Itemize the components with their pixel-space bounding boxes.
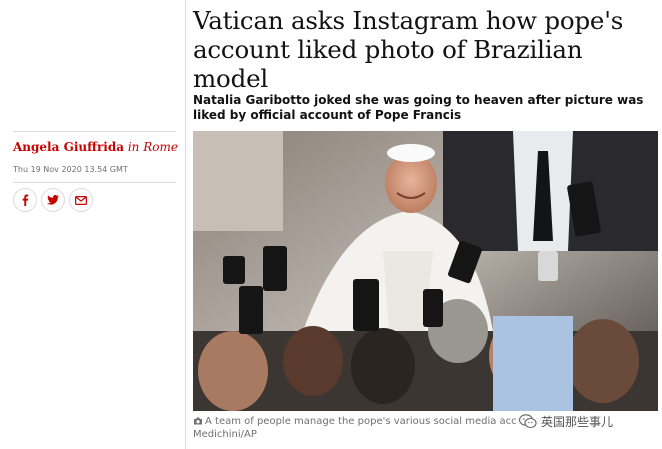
wechat-icon <box>519 414 537 429</box>
facebook-icon <box>22 194 29 206</box>
share-buttons <box>13 188 93 212</box>
headline-line-2: account liked photo of Brazilian model <box>193 35 583 93</box>
meta-top-rule <box>13 131 176 132</box>
standfirst-line-2: liked by official account of Pope Franci… <box>193 108 462 122</box>
wechat-watermark: 英国那些事儿 <box>517 413 616 430</box>
share-email-button[interactable] <box>69 188 93 212</box>
headline: Vatican asks Instagram how pope's accoun… <box>193 6 655 93</box>
standfirst-line-1: Natalia Garibotto joked she was going to… <box>193 93 644 107</box>
caption-text: A team of people manage the pope's vario… <box>205 416 548 427</box>
caption-credit: Medichini/AP <box>193 429 257 440</box>
headline-line-1: Vatican asks Instagram how pope's <box>193 6 624 35</box>
share-facebook-button[interactable] <box>13 188 37 212</box>
standfirst: Natalia Garibotto joked she was going to… <box>193 93 653 123</box>
meta-bottom-rule <box>13 182 176 183</box>
column-divider <box>185 0 186 449</box>
article-photo <box>193 131 658 411</box>
twitter-icon <box>47 195 59 205</box>
author-link[interactable]: Angela Giuffrida <box>13 140 124 154</box>
byline-location: in Rome <box>127 140 178 154</box>
publish-date: Thu 19 Nov 2020 13.54 GMT <box>13 165 128 174</box>
camera-icon <box>194 417 202 425</box>
watermark-text: 英国那些事儿 <box>541 415 614 429</box>
email-icon <box>75 195 87 205</box>
byline: Angela Giuffrida in Rome <box>13 140 178 154</box>
pope-crowd-photo <box>193 131 658 411</box>
share-twitter-button[interactable] <box>41 188 65 212</box>
